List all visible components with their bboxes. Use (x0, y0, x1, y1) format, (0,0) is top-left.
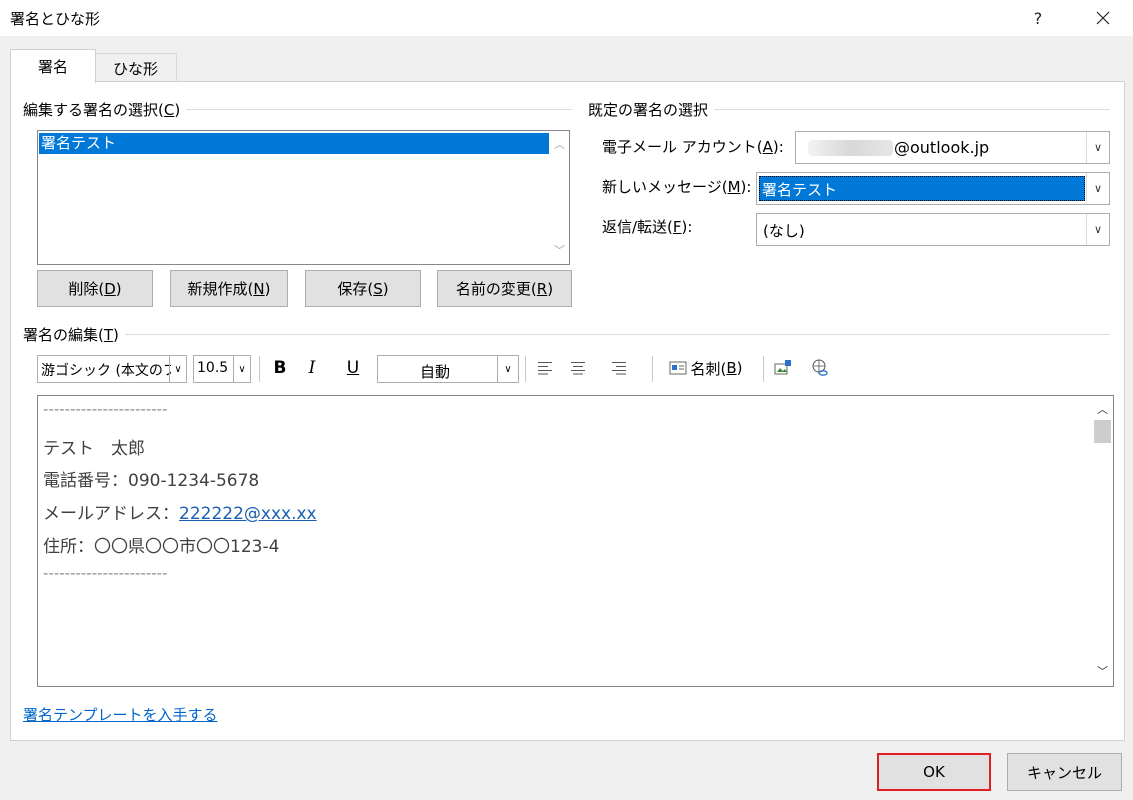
align-center-icon[interactable] (566, 353, 590, 383)
chevron-down-icon[interactable]: ∨ (1086, 214, 1109, 245)
rename-button[interactable]: 名前の変更(R) (437, 270, 572, 307)
insert-picture-icon[interactable] (770, 353, 796, 383)
title-bar (0, 0, 1133, 36)
chevron-down-icon[interactable]: ﹀ (550, 241, 569, 259)
account-label: 電子メール アカウント(A): (602, 138, 784, 156)
account-value: @outlook.jp (894, 138, 990, 157)
reply-value: (なし) (763, 222, 805, 240)
toolbar-divider (525, 356, 526, 382)
chevron-down-icon[interactable]: ﹀ (1093, 662, 1112, 680)
chevron-down-icon[interactable]: ∨ (497, 356, 518, 382)
chevron-down-icon[interactable]: ∨ (1086, 132, 1109, 163)
signature-name: テスト 太郎 (43, 439, 145, 459)
chevron-down-icon[interactable]: ∨ (233, 356, 250, 382)
hyperlink-icon[interactable] (807, 353, 833, 383)
window-title: 署名とひな形 (10, 10, 101, 28)
signature-address: 住所：〇〇県〇〇市〇〇123-4 (43, 537, 280, 557)
reply-select[interactable]: (なし) ∨ (756, 213, 1110, 246)
bold-button[interactable]: B (266, 353, 294, 383)
toolbar-divider (652, 356, 653, 382)
email-link[interactable]: 222222@xxx.xx (179, 504, 317, 524)
chevron-up-icon[interactable]: ︿ (550, 135, 569, 153)
help-button[interactable]: ? (1020, 4, 1056, 32)
business-card-icon (669, 361, 687, 375)
list-item[interactable]: 署名テスト (39, 133, 549, 154)
color-value: 自動 (420, 363, 451, 381)
new-button[interactable]: 新規作成(N) (170, 270, 288, 307)
account-select[interactable]: @outlook.jp ∨ (795, 131, 1110, 164)
signature-email: メールアドレス：222222@xxx.xx (43, 504, 317, 524)
toolbar-divider (259, 356, 260, 382)
delete-button[interactable]: 削除(D) (37, 270, 153, 307)
dash-line-top: ----------------------- (43, 400, 168, 418)
divider (30, 334, 1110, 335)
close-button[interactable] (1085, 4, 1121, 32)
business-card-button[interactable]: 名刺(B) (661, 353, 751, 383)
default-section-title: 既定の署名の選択 (588, 99, 715, 120)
blurred-account (808, 140, 893, 156)
chevron-down-icon[interactable]: ∨ (1086, 173, 1109, 204)
new-message-value: 署名テスト (762, 181, 838, 199)
new-message-select[interactable]: 署名テスト ∨ (756, 172, 1110, 205)
signature-editor[interactable]: ----------------------- テスト 太郎 電話番号：090-… (37, 395, 1114, 687)
edit-section-title: 編集する署名の選択(C) (23, 99, 187, 120)
editor-scrollbar[interactable]: ︿ ﹀ (1091, 396, 1113, 686)
underline-button[interactable]: U (339, 353, 367, 383)
italic-button[interactable]: I (298, 353, 326, 383)
chevron-up-icon[interactable]: ︿ (1093, 400, 1112, 418)
list-scrollbar[interactable]: ︿ ﹀ (550, 131, 569, 264)
font-value: 游ゴシック (本文のフォント) (41, 363, 171, 379)
new-message-label: 新しいメッセージ(M): (602, 178, 752, 196)
ok-button[interactable]: OK (877, 753, 991, 791)
tab-signature[interactable]: 署名 (10, 49, 96, 83)
toolbar-divider (763, 356, 764, 382)
signature-list[interactable]: 署名テスト ︿ ﹀ (37, 130, 570, 265)
editor-section-title: 署名の編集(T) (23, 324, 125, 345)
cancel-button[interactable]: キャンセル (1007, 753, 1122, 791)
tab-stationery[interactable]: ひな形 (94, 53, 177, 82)
scroll-thumb[interactable] (1094, 420, 1111, 443)
align-right-icon[interactable] (607, 353, 631, 383)
color-select[interactable]: 自動 ∨ (377, 355, 519, 383)
font-select[interactable]: 游ゴシック (本文のフォント) ∨ (37, 355, 187, 383)
dash-line-bottom: ----------------------- (43, 564, 168, 582)
align-left-icon[interactable] (533, 353, 557, 383)
close-icon (1096, 11, 1110, 25)
font-size-value: 10.5 (197, 360, 229, 376)
template-link[interactable]: 署名テンプレートを入手する (23, 704, 218, 725)
save-button[interactable]: 保存(S) (305, 270, 421, 307)
chevron-down-icon[interactable]: ∨ (169, 356, 186, 382)
font-size-select[interactable]: 10.5 ∨ (193, 355, 251, 383)
signature-phone: 電話番号：090-1234-5678 (43, 471, 260, 491)
reply-label: 返信/転送(F): (602, 218, 693, 236)
